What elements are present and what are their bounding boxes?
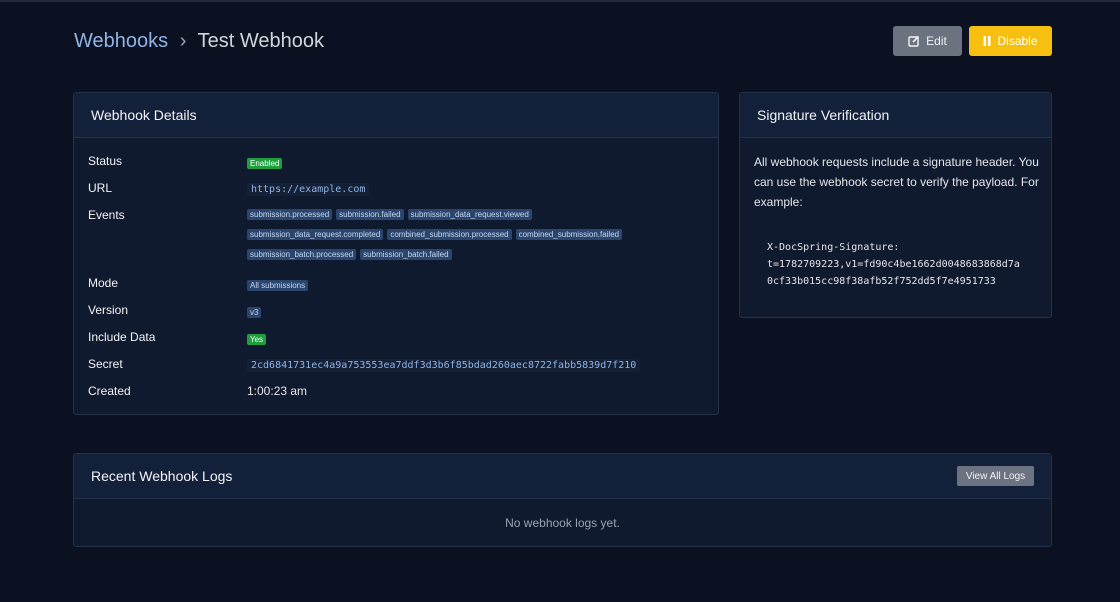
event-badge: submission_batch.failed: [360, 249, 452, 260]
status-badge: Enabled: [247, 158, 283, 169]
edit-icon: [908, 35, 920, 47]
breadcrumb-separator: ›: [179, 30, 187, 52]
include-data-badge: Yes: [247, 334, 267, 345]
version-value: v3: [247, 304, 262, 318]
signature-description: All webhook requests include a signature…: [754, 155, 1039, 209]
webhook-details-title: Webhook Details: [74, 93, 718, 138]
status-value: Enabled: [247, 155, 283, 169]
url-code: https://example.com: [247, 183, 370, 196]
mode-value: All submissions: [247, 277, 309, 291]
recent-logs-card: Recent Webhook Logs View All Logs No web…: [73, 453, 1052, 547]
disable-button[interactable]: Disable: [969, 26, 1052, 56]
breadcrumb-webhooks-link[interactable]: Webhooks: [74, 30, 168, 52]
disable-button-label: Disable: [997, 34, 1038, 48]
webhook-details-card: Webhook Details Status Enabled URL https…: [73, 92, 719, 415]
code-line: 0cf33b015cc98f38afb52f752dd5f7e4951733: [767, 276, 996, 287]
status-label: Status: [88, 154, 123, 168]
secret-code: 2cd6841731ec4a9a753553ea7ddf3d3b6f85bdad…: [247, 359, 641, 372]
created-label: Created: [88, 384, 131, 398]
edit-button[interactable]: Edit: [893, 26, 962, 56]
code-line: t=1782709223,v1=fd90c4be1662d0048683868d…: [767, 259, 1020, 270]
empty-logs-message: No webhook logs yet.: [505, 515, 620, 530]
event-badge: combined_submission.failed: [515, 229, 623, 240]
signature-verification-card: Signature Verification All webhook reque…: [739, 92, 1052, 318]
edit-button-label: Edit: [926, 34, 947, 48]
pause-icon: [983, 36, 991, 46]
url-label: URL: [88, 181, 113, 195]
events-list: submission.processed submission.failed s…: [247, 209, 707, 269]
include-data-value: Yes: [247, 331, 267, 345]
mode-badge: All submissions: [247, 280, 309, 291]
event-badge: submission.failed: [336, 209, 404, 220]
mode-label: Mode: [88, 276, 119, 290]
events-label: Events: [88, 208, 125, 222]
signature-verification-title: Signature Verification: [740, 93, 1051, 138]
event-badge: submission_batch.processed: [247, 249, 357, 260]
event-badge: submission.processed: [247, 209, 333, 220]
recent-logs-title: Recent Webhook Logs: [74, 454, 1051, 499]
code-line: X-DocSpring-Signature:: [767, 242, 900, 253]
created-value: 1:00:23 am: [247, 384, 308, 398]
version-label: Version: [88, 303, 129, 317]
event-badge: combined_submission.processed: [387, 229, 512, 240]
breadcrumb: Webhooks › Test Webhook: [74, 28, 324, 54]
include-data-label: Include Data: [88, 330, 156, 344]
page-title: Test Webhook: [197, 30, 324, 52]
signature-example-code: X-DocSpring-Signature: t=1782709223,v1=fd…: [767, 239, 1020, 290]
page-header: Webhooks › Test Webhook Edit Disable: [74, 26, 1052, 58]
view-all-logs-button[interactable]: View All Logs: [957, 466, 1034, 486]
version-badge: v3: [247, 307, 262, 318]
event-badge: submission_data_request.viewed: [407, 209, 532, 220]
secret-value: 2cd6841731ec4a9a753553ea7ddf3d3b6f85bdad…: [247, 357, 641, 372]
event-badge: submission_data_request.completed: [247, 229, 384, 240]
top-border: [0, 0, 1120, 2]
url-value: https://example.com: [247, 181, 370, 196]
secret-label: Secret: [88, 357, 123, 371]
